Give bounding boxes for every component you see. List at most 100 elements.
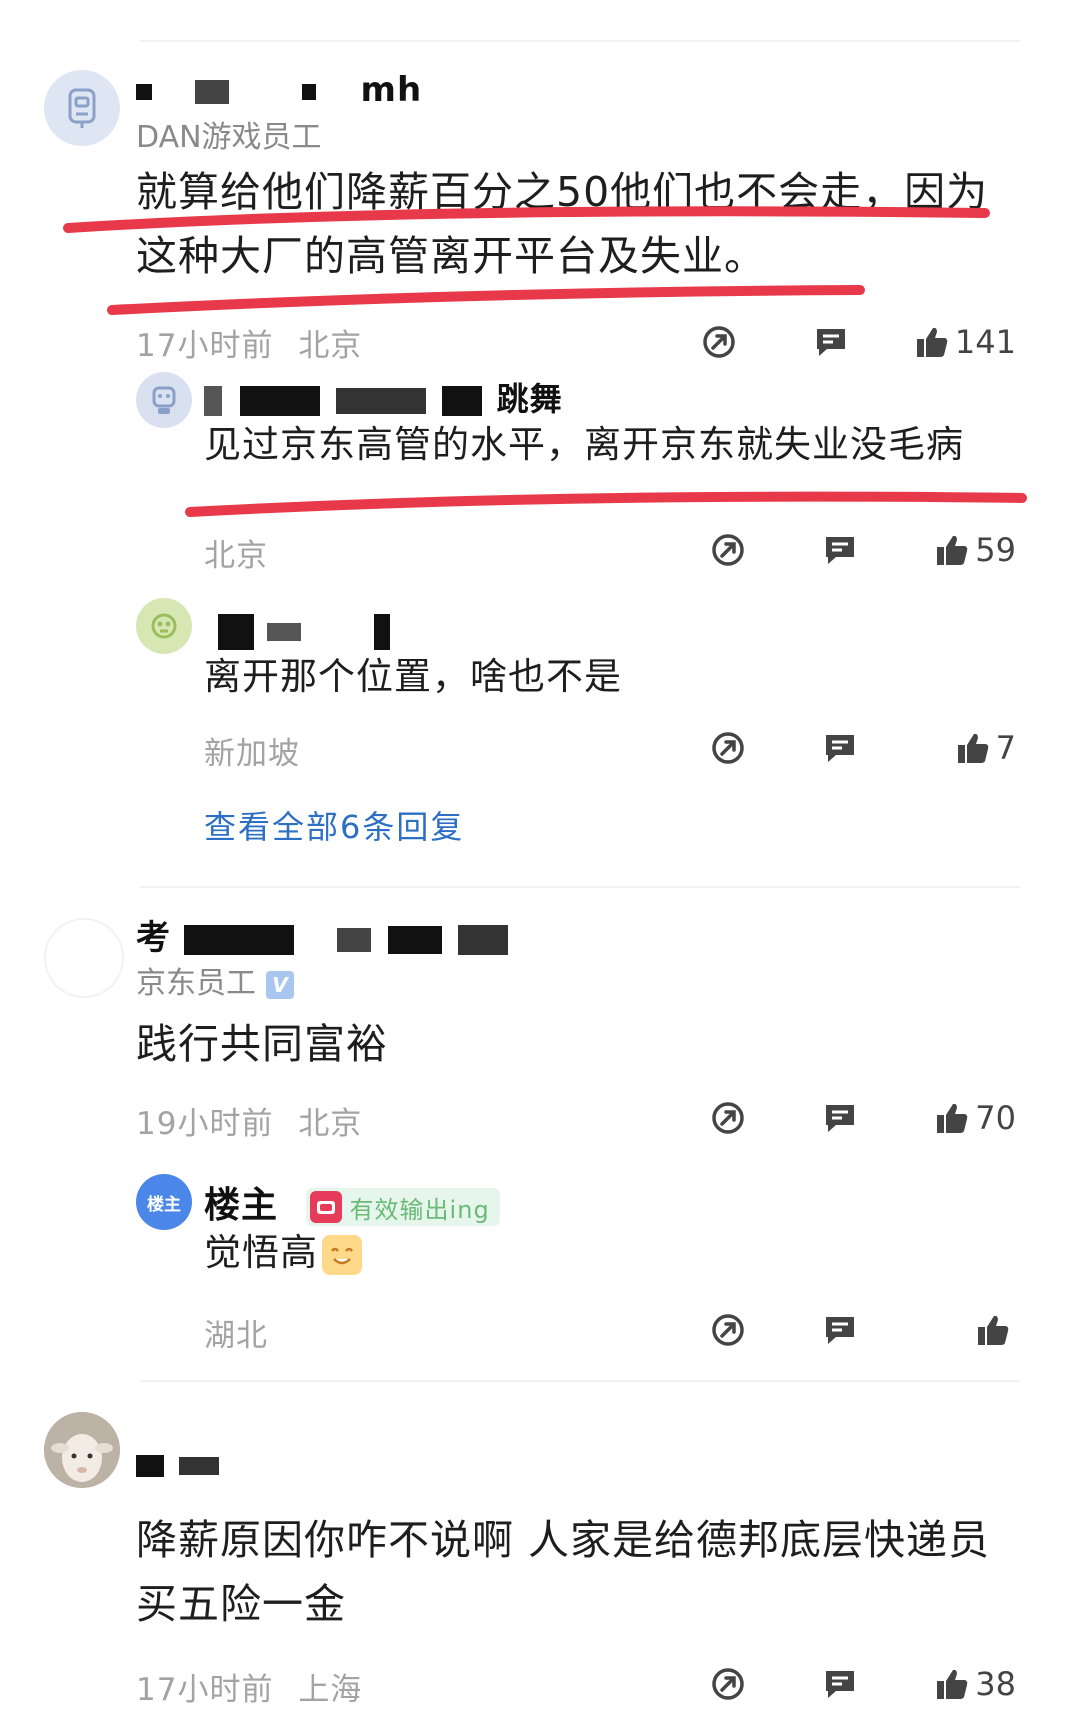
share-icon [712,1102,744,1134]
like-count: 59 [975,531,1016,569]
reply-text: 离开那个位置，啥也不是 [204,655,622,698]
thumbs-up-icon [937,1669,968,1699]
reply-actions [708,1308,1016,1352]
comment-actions: 70 [708,1096,1016,1140]
user-tag-text: 京东员工 [136,966,256,1001]
owner-avatar[interactable]: 楼主 [136,1174,192,1230]
view-all-replies-link[interactable]: 查看全部6条回复 [204,802,464,848]
username[interactable] [218,610,390,650]
robot-avatar-icon [68,88,96,128]
name-mosaic [194,79,229,104]
robot-avatar-icon [151,613,177,639]
username-text: 考 [136,918,171,958]
comment-location: 北京 [298,1106,363,1142]
share-icon [703,326,735,358]
reply-location: 湖北 [204,1318,268,1354]
share-button[interactable] [708,1100,748,1136]
reply-icon [826,735,854,762]
like-count: 7 [995,729,1016,767]
robot-avatar-icon [152,386,176,414]
comment-time: 17小时前 [136,328,274,364]
like-button[interactable]: 38 [924,1665,1016,1703]
owner-avatar-label: 楼主 [147,1194,181,1215]
name-mosaic [336,927,371,952]
name-mosaic [387,925,442,954]
share-button[interactable] [708,1312,748,1348]
name-mosaic [136,83,152,100]
avatar[interactable] [44,70,120,146]
comment-text: 降薪原因你咋不说啊 人家是给德邦底层快递员买五险一金 [136,1516,991,1628]
reply-text: 见过京东高管的水平，离开京东就失业没毛病 [204,423,964,466]
user-tag: 京东员工 V [136,958,294,1002]
username[interactable]: 楼主 有效输出ing [204,1176,500,1228]
username-text: mh [360,70,423,110]
name-mosaic [218,613,254,650]
reply-location: 北京 [204,538,268,574]
thumbs-up-icon [937,1103,968,1133]
reply-meta: 新加坡 [204,728,300,773]
comment-time: 19小时前 [136,1106,274,1142]
name-mosaic [178,1456,219,1475]
share-icon [712,534,744,566]
avatar[interactable] [44,918,124,998]
username[interactable]: 考 [136,910,509,959]
comment-text: 就算给他们降薪百分之50他们也不会走，因为这种大厂的高管离开平台及失业。 [136,168,989,280]
name-mosaic [266,622,301,641]
username-text: 楼主 [204,1185,279,1226]
reply-icon [826,1671,854,1698]
comment-text: 践行共同富裕 [136,1020,388,1068]
reply-button[interactable] [820,1667,860,1701]
username[interactable]: 跳舞 [204,374,563,420]
comment-location: 上海 [298,1672,363,1708]
user-tag: DAN游戏员工 [136,120,322,155]
reply-text-content: 觉悟高 [204,1231,318,1274]
share-icon [712,732,744,764]
reply-button[interactable] [820,1313,860,1347]
comment-actions: 141 [699,320,1016,364]
verified-badge-icon: V [266,970,294,999]
share-button[interactable] [699,324,739,360]
share-button[interactable] [708,730,748,766]
reply-icon [826,1105,854,1132]
username-text: 跳舞 [496,380,563,418]
reply-button[interactable] [820,1101,860,1135]
comment-meta: 19小时前 北京 [136,1098,362,1143]
avatar[interactable] [44,1412,120,1488]
like-button[interactable]: 7 [924,729,1016,767]
username[interactable] [136,1444,219,1484]
reply-icon [826,1317,854,1344]
like-count: 70 [975,1099,1016,1137]
smile-emoji-icon [322,1234,362,1275]
reply-button[interactable] [811,325,851,359]
share-button[interactable] [708,532,748,568]
username[interactable]: mh [136,70,422,110]
share-icon [712,1314,744,1346]
thumbs-up-icon [957,733,988,763]
like-button[interactable]: 70 [924,1099,1016,1137]
thumbs-up-icon [937,535,968,565]
avatar[interactable] [136,598,192,654]
like-button[interactable]: 141 [915,323,1016,361]
comment-actions: 38 [708,1662,1016,1706]
name-mosaic [183,924,294,955]
reply-meta: 湖北 [204,1310,268,1355]
name-mosaic [136,1454,164,1477]
reply-button[interactable] [820,731,860,765]
user-badge-text: 有效输出ing [349,1195,490,1224]
thumbs-up-icon [916,327,948,357]
like-button[interactable] [924,1313,1016,1347]
share-button[interactable] [708,1666,748,1702]
reply-meta: 北京 [204,530,268,575]
user-badge: 有效输出ing [305,1188,500,1226]
comment-time: 17小时前 [136,1672,274,1708]
thumbs-up-icon [978,1315,1009,1345]
like-count: 141 [954,323,1016,361]
divider [140,1380,1020,1382]
avatar[interactable] [136,372,192,428]
name-mosaic [240,386,321,416]
like-button[interactable]: 59 [924,531,1016,569]
like-count: 38 [975,1665,1016,1703]
name-mosaic [301,83,316,100]
reply-button[interactable] [820,533,860,567]
divider [140,886,1020,888]
